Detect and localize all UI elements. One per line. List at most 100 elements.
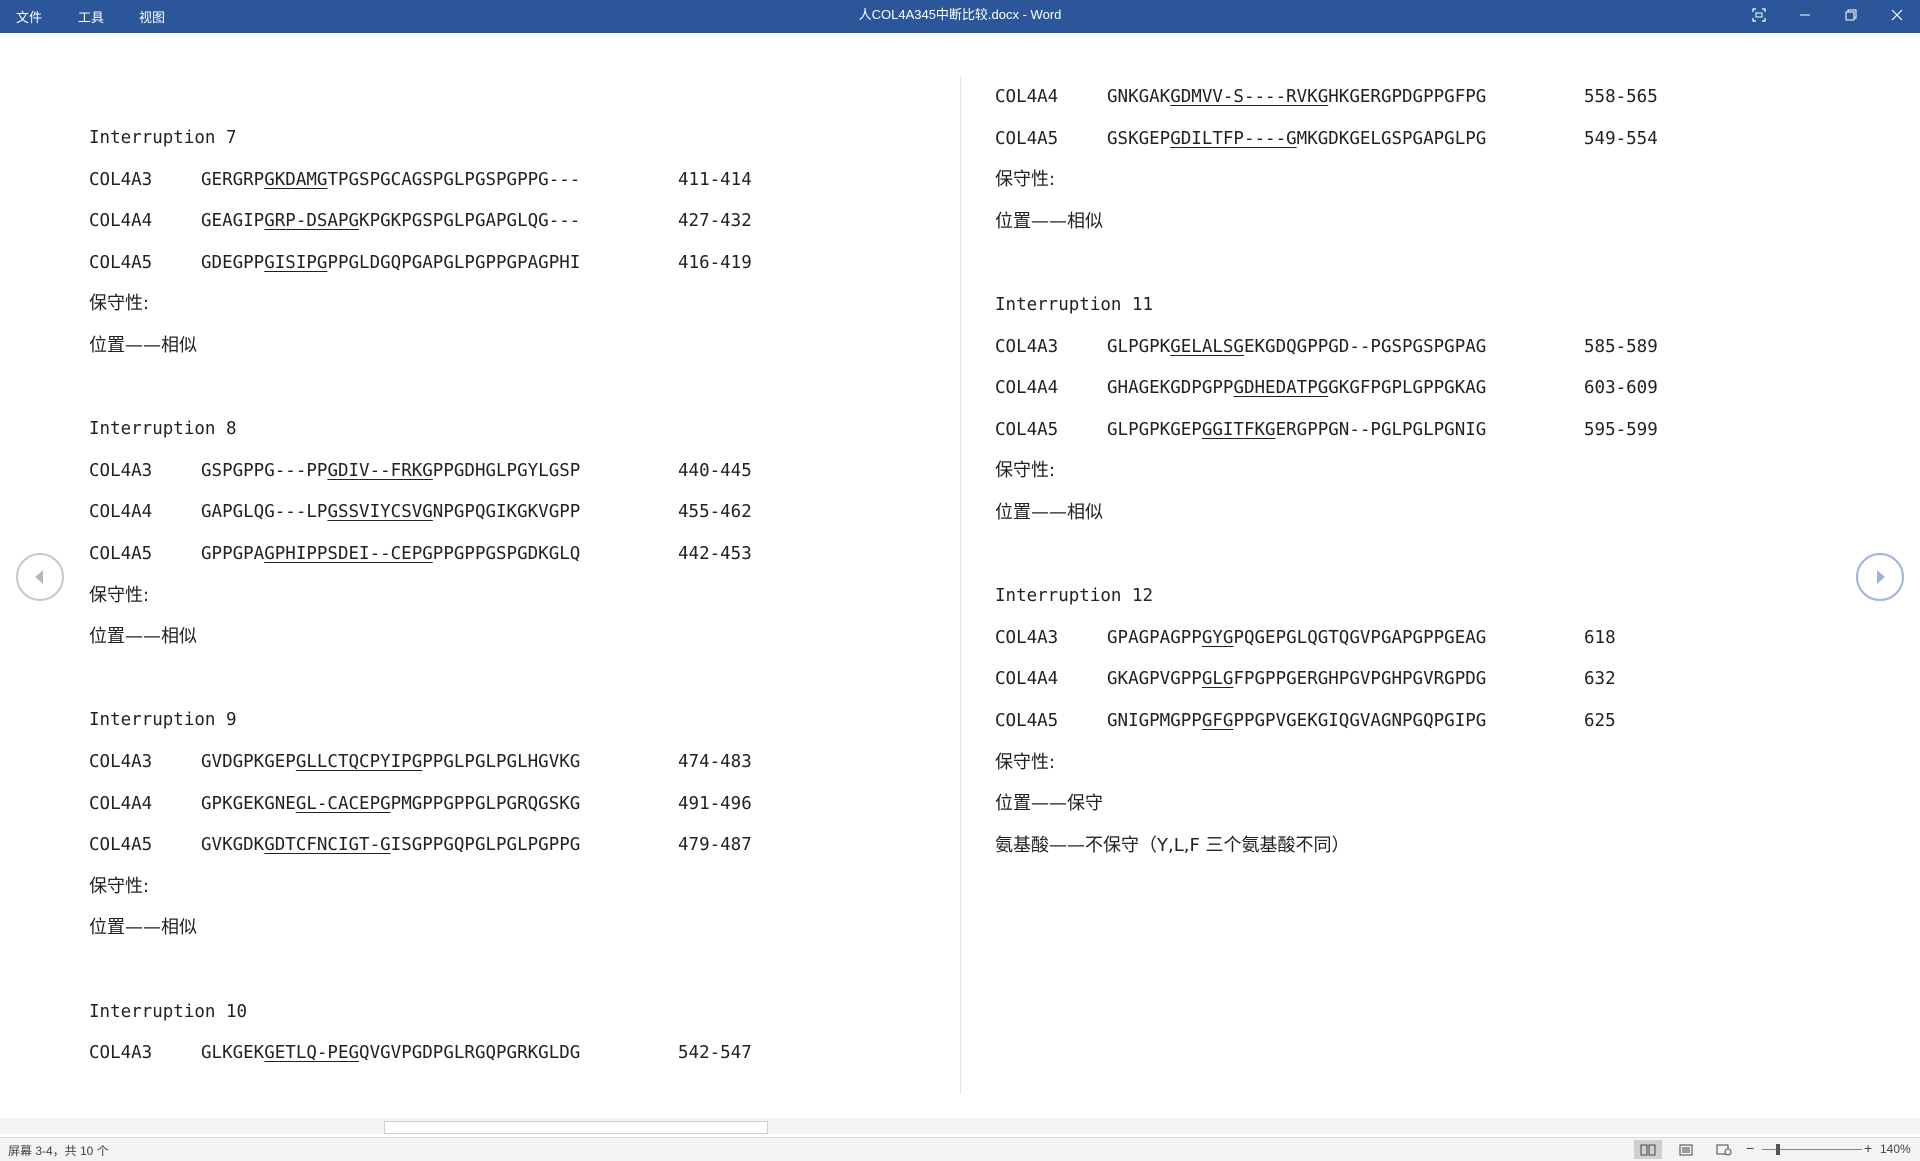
sequence-prefix: GERGRP (201, 169, 265, 190)
position-range: 411-414 (678, 169, 752, 190)
interruption-segment: GDHEDATPG (1233, 378, 1329, 399)
position-range: 595-599 (1584, 419, 1658, 440)
sequence-prefix: GLPGPK (1107, 336, 1171, 357)
sequence-suffix: TPGSPGCAGSPGLPGSPGPPG--- (327, 169, 581, 190)
sequence-suffix: PQGEPGLQGTQGVPGAPGPPGEAG (1233, 627, 1487, 648)
gene-label: COL4A3 (995, 336, 1059, 357)
annotation-text: 位置——相似 (89, 335, 197, 356)
annotation-line: 位置——相似 (995, 502, 1103, 524)
sequence-text: GSPGPPG---PPGDIV--FRKGPPGDHGLPGYLGSP (201, 460, 580, 482)
sequence-suffix: PPGLPGLPGLHGVKG (422, 752, 581, 772)
section-heading: Interruption 7 (89, 127, 237, 149)
interruption-segment: GLLCTQCPYIPG (295, 752, 423, 772)
gene-label: COL4A4 (89, 502, 153, 523)
sequence-suffix: FPGPPGERGHPGVPGHPGVRGPDG (1233, 669, 1487, 690)
sequence-text: GPAGPAGPPGYGPQGEPGLQGTQGVPGAPGPPGEAG (1107, 627, 1486, 649)
minimize-button[interactable] (1782, 0, 1828, 30)
heading-text: Interruption 12 (995, 586, 1154, 607)
position-range: 585-589 (1584, 336, 1658, 357)
status-bar: 屏幕 3-4，共 10 个 − + 140% (0, 1137, 1920, 1161)
gene-label: COL4A4 (89, 793, 153, 814)
previous-screen-button[interactable] (16, 553, 64, 601)
minimize-icon (1800, 14, 1810, 16)
gene-label: COL4A3 (995, 627, 1059, 648)
annotation-text: 保守性: (89, 875, 150, 897)
position-range: 455-462 (678, 502, 752, 523)
heading-text: Interruption 10 (89, 1001, 248, 1022)
sequence-prefix: GVKGDK (201, 835, 265, 856)
gene-label: COL4A3 (89, 1043, 153, 1064)
restore-button[interactable] (1828, 0, 1874, 30)
zoom-slider-handle[interactable] (1776, 1144, 1780, 1155)
gene-label: COL4A3 (89, 752, 153, 772)
interruption-segment: GLG (1201, 669, 1234, 690)
read-mode-button[interactable] (1634, 1140, 1662, 1159)
chevron-right-icon (1877, 570, 1885, 584)
restore-icon (1845, 9, 1857, 21)
annotation-line: 保守性: (89, 585, 149, 607)
annotation-text: 保守性: (995, 169, 1056, 191)
menu-tools[interactable]: 工具 (78, 7, 104, 26)
annotation-text: 保守性: (89, 584, 150, 606)
interruption-segment: GDMVV-S----RVKG (1170, 87, 1329, 107)
sequence-text: GPKGEKGNEGL-CACEPGPMGPPGPPGLPGRQGSKG (201, 793, 580, 815)
print-layout-button[interactable] (1672, 1140, 1700, 1159)
position-range: 632 (1584, 669, 1616, 690)
gene-label: COL4A5 (995, 128, 1059, 149)
zoom-in-button[interactable]: + (1864, 1140, 1872, 1156)
position-range: 440-445 (678, 460, 752, 481)
zoom-level[interactable]: 140% (1880, 1142, 1911, 1156)
position-range: 625 (1584, 711, 1616, 731)
sequence-text: GNIGPMGPPGFGPPGPVGEKGIQGVAGNPGQPGIPG (1107, 710, 1486, 732)
sequence-prefix: GSKGEP (1107, 128, 1171, 149)
sequence-text: GAPGLQG---LPGSSVIYCSVGNPGPQGIKGKVGPP (201, 501, 580, 523)
sequence-suffix: PPGDHGLPGYLGSP (432, 460, 581, 481)
annotation-text: 位置——相似 (89, 917, 197, 939)
sequence-text: GERGRPGKDAMGTPGSPGCAGSPGLPGSPGPPG--- (201, 169, 580, 191)
gene-label: COL4A5 (995, 419, 1059, 440)
sequence-suffix: PMGPPGPPGLPGRQGSKG (390, 793, 581, 814)
scrollbar-thumb[interactable] (384, 1121, 768, 1134)
annotation-text: 位置——保守 (995, 793, 1103, 815)
interruption-segment: GISIPG (264, 252, 328, 273)
read-mode-icon (1640, 1144, 1656, 1155)
position-range: 427-432 (678, 211, 752, 232)
gene-label: COL4A4 (995, 669, 1059, 690)
gene-label: COL4A5 (89, 835, 153, 856)
annotation-line: 保守性: (995, 169, 1055, 191)
interruption-segment: GL-CACEPG (295, 793, 391, 814)
interruption-segment: GPHIPPSDEI--CEPG (264, 544, 433, 564)
sequence-text: GDEGPPGISIPGPPGLDGQPGAPGLPGPPGPAGPHI (201, 252, 580, 274)
sequence-prefix: GHAGEKGDPGPP (1107, 378, 1234, 399)
interruption-segment: GDTCFNCIGT-G (264, 835, 391, 856)
close-button[interactable] (1874, 0, 1920, 30)
heading-text: Interruption 8 (89, 419, 237, 440)
focus-mode-button[interactable] (1736, 0, 1782, 30)
sequence-text: GNKGAKGDMVV-S----RVKGHKGERGPDGPPGFPG (1107, 86, 1486, 108)
gene-label: COL4A5 (89, 544, 153, 564)
annotation-line: 保守性: (995, 752, 1055, 774)
sequence-text: GVKGDKGDTCFNCIGT-GISGPPGQPGLPGLPGPPG (201, 834, 580, 856)
interruption-segment: GKDAMG (264, 169, 328, 190)
sequence-text: GLKGEKGETLQ-PEGQVGVPGDPGLRGQPGRKGLDG (201, 1042, 580, 1064)
sequence-prefix: GNIGPMGPP (1107, 711, 1202, 731)
interruption-segment: GGITFKG (1201, 419, 1276, 440)
next-screen-button[interactable] (1856, 553, 1904, 601)
menu-view[interactable]: 视图 (139, 7, 165, 26)
annotation-text: 位置——相似 (89, 626, 197, 648)
horizontal-scrollbar[interactable] (0, 1118, 1920, 1134)
interruption-segment: GETLQ-PEG (264, 1043, 360, 1064)
page-divider (960, 76, 961, 1094)
position-range: 491-496 (678, 793, 752, 814)
sequence-suffix: QVGVPGDPGLRGQPGRKGLDG (359, 1043, 581, 1064)
sequence-text: GKAGPVGPPGLGFPGPPGERGHPGVPGHPGVRGPDG (1107, 668, 1486, 690)
position-range: 474-483 (678, 752, 752, 772)
interruption-segment: GSSVIYCSVG (327, 502, 433, 523)
web-layout-button[interactable] (1710, 1140, 1738, 1159)
zoom-out-button[interactable]: − (1746, 1140, 1754, 1156)
sequence-suffix: HKGERGPDGPPGFPG (1328, 87, 1487, 107)
chevron-left-icon (35, 570, 43, 584)
sequence-prefix: GPPGPA (201, 544, 265, 564)
menu-file[interactable]: 文件 (16, 7, 42, 26)
annotation-line: 保守性: (89, 876, 149, 898)
